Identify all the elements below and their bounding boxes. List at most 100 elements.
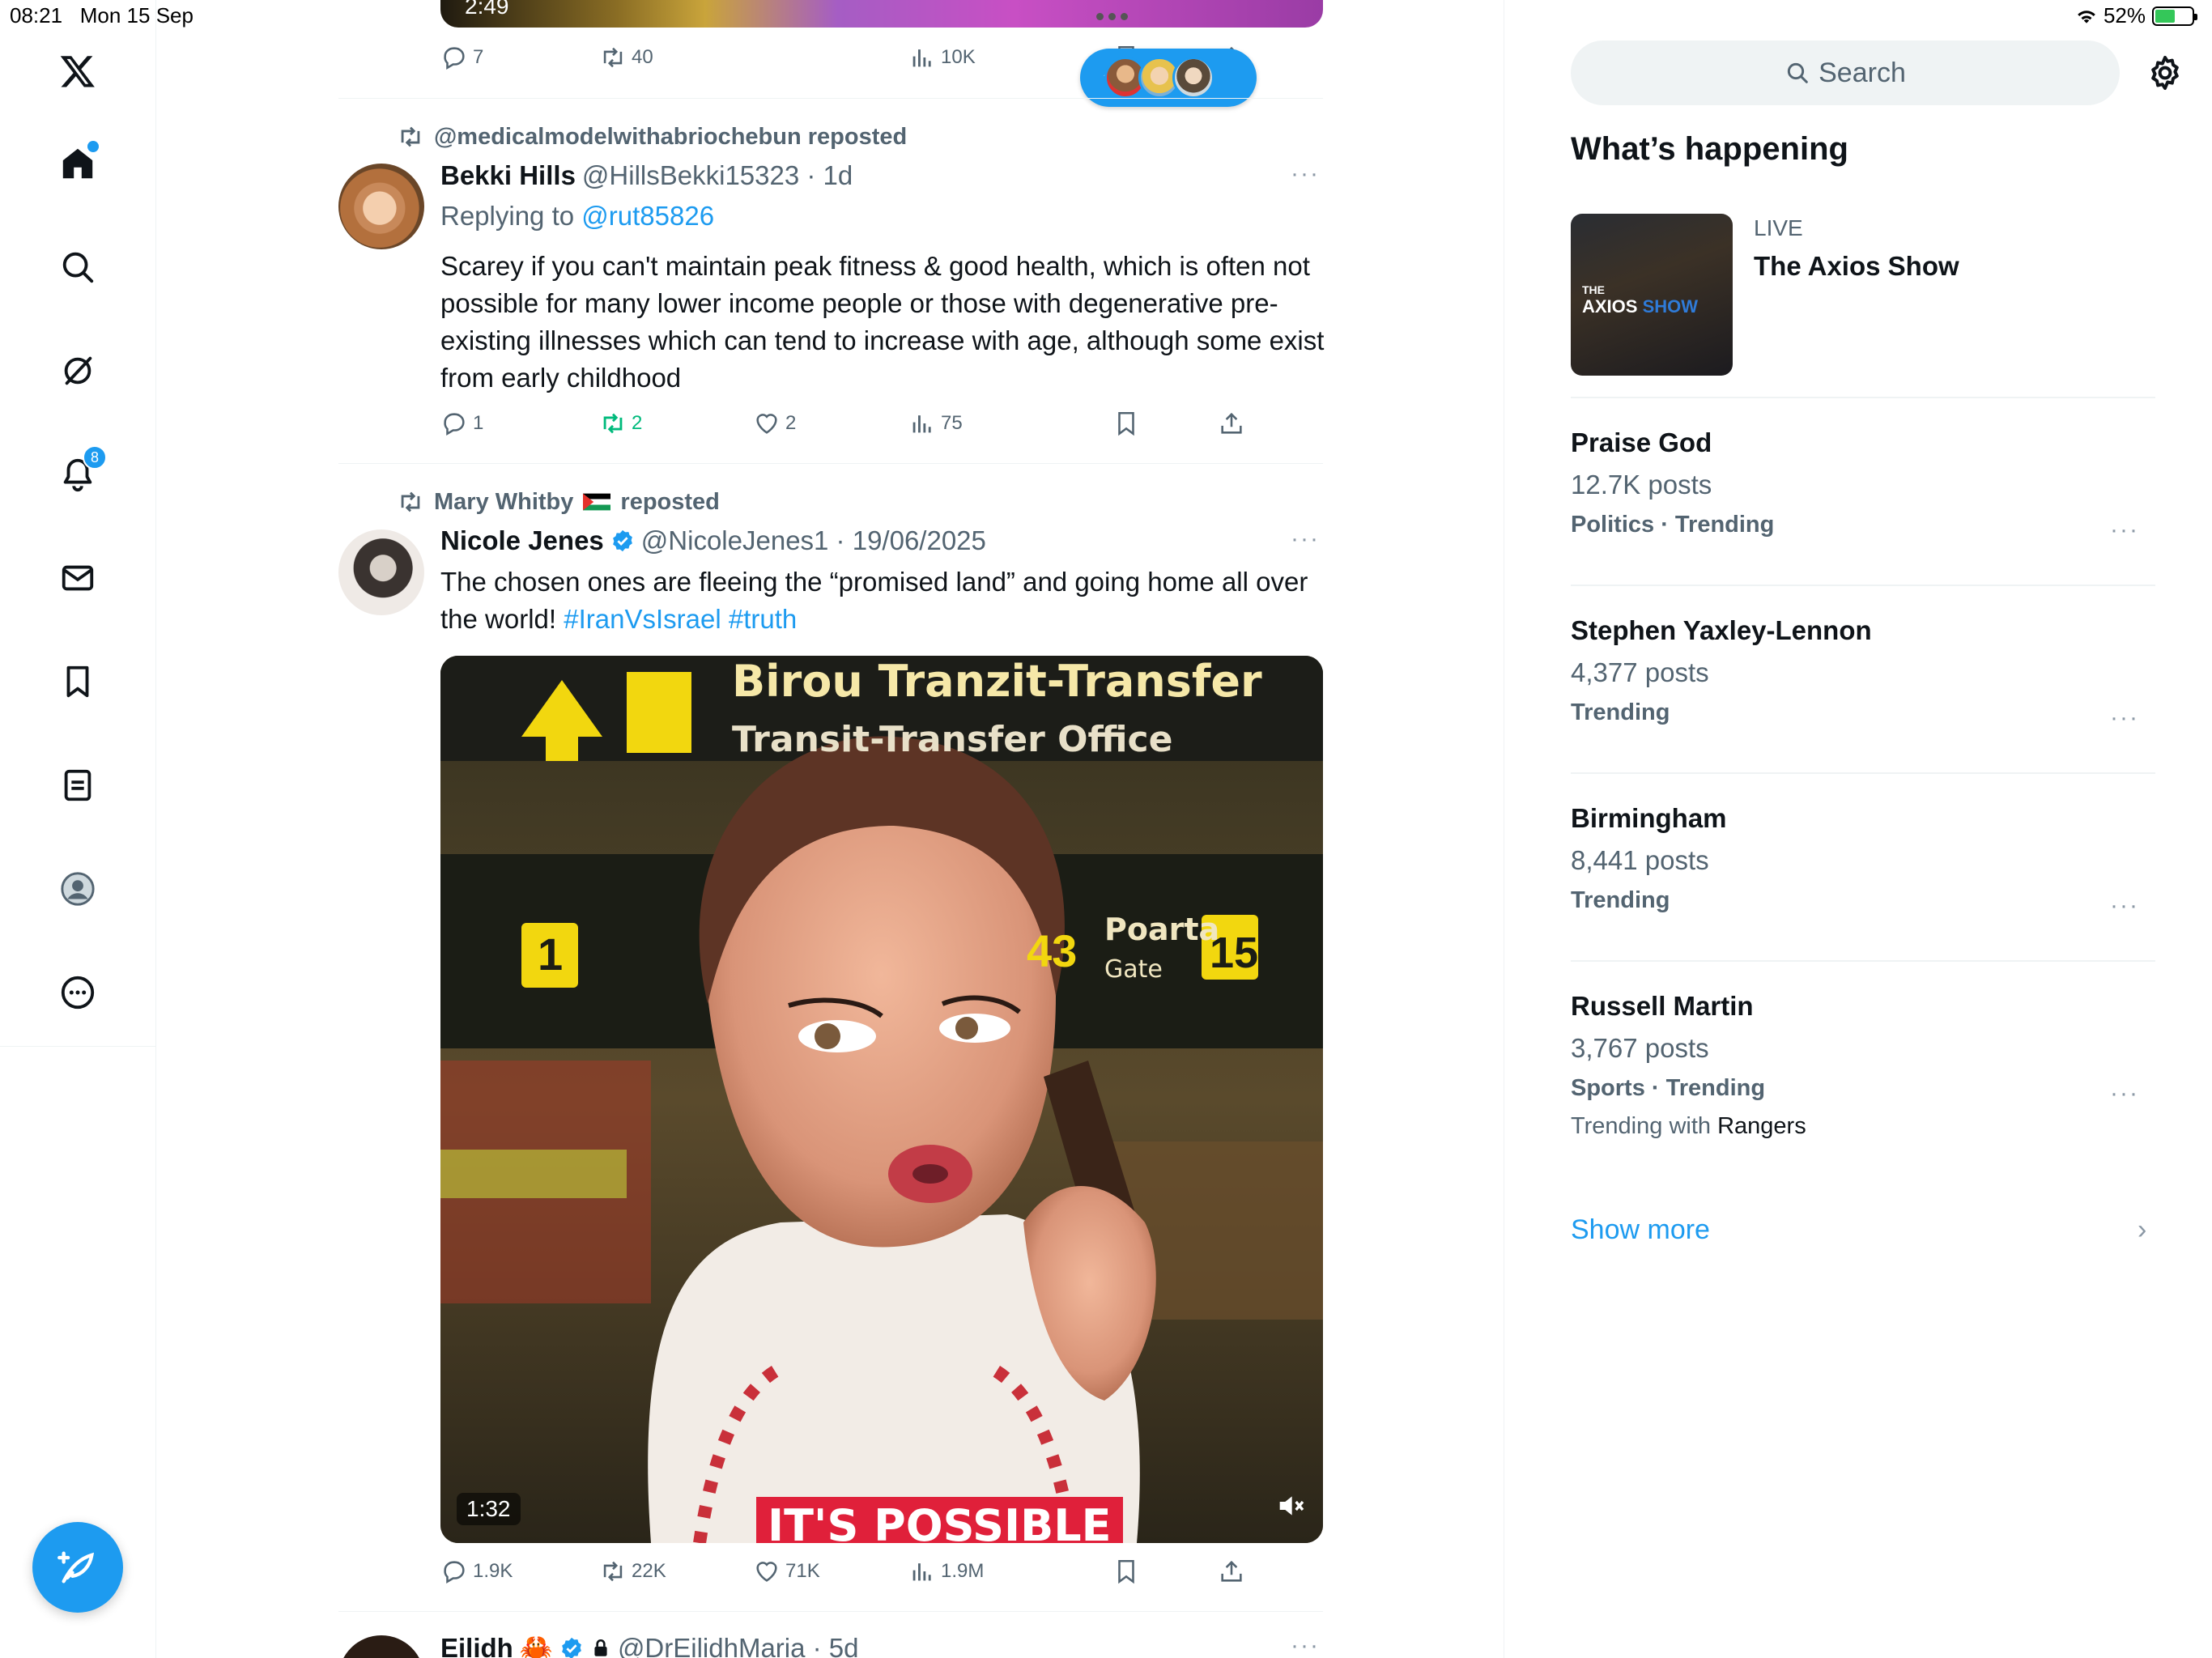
hashtag-link[interactable]: #truth bbox=[729, 604, 797, 634]
profile-icon[interactable] bbox=[49, 860, 107, 918]
replying-handle-link[interactable]: @rut85826 bbox=[581, 201, 714, 231]
nav-divider bbox=[0, 1046, 156, 1047]
trend-more-button[interactable]: ··· bbox=[2110, 704, 2139, 732]
repost-icon bbox=[401, 491, 420, 512]
reposted-by: Mary Whitby bbox=[434, 488, 574, 515]
trending-with: Trending with Rangers bbox=[1571, 1113, 2155, 1140]
separator bbox=[1571, 772, 2155, 774]
reply-button[interactable]: 1 bbox=[440, 410, 483, 437]
reposted-suffix: reposted bbox=[620, 488, 720, 515]
like-count: 2 bbox=[785, 412, 797, 434]
trend-category: Trending bbox=[1571, 699, 1670, 725]
author-name[interactable]: Nicole Jenes bbox=[440, 525, 604, 556]
verified-badge-icon bbox=[562, 1637, 581, 1658]
reply-icon bbox=[444, 47, 465, 70]
bookmark-icon bbox=[1118, 1559, 1134, 1584]
gate-label-43: 43 bbox=[1027, 925, 1078, 976]
trend-more-button[interactable]: ··· bbox=[2110, 1080, 2139, 1107]
views-icon bbox=[912, 1563, 931, 1581]
post-more-button[interactable]: ··· bbox=[1291, 525, 1323, 553]
author-name[interactable]: Bekki Hills bbox=[440, 160, 576, 191]
previous-post-media[interactable]: 2:49 bbox=[440, 0, 1323, 28]
hashtag-link[interactable]: #IranVsIsrael bbox=[564, 604, 721, 634]
bookmarks-icon[interactable] bbox=[49, 653, 107, 711]
repost-button[interactable]: 22K bbox=[599, 1558, 666, 1585]
mute-icon[interactable] bbox=[1274, 1490, 1307, 1522]
axios-brand-show: SHOW bbox=[1642, 296, 1699, 317]
replying-prefix: Replying to bbox=[440, 201, 575, 231]
battery-percent: 52% bbox=[2103, 3, 2146, 28]
trend-item[interactable]: Praise God 12.7K posts Politics · Trendi… bbox=[1571, 427, 2155, 543]
notifications-badge: 8 bbox=[83, 445, 107, 470]
post-more-button[interactable]: ··· bbox=[1291, 160, 1323, 188]
more-options-icon[interactable] bbox=[49, 963, 107, 1022]
timeline: 2:49 7 40 10K ↑ @medicalmod bbox=[338, 0, 1324, 1658]
bookmark-button[interactable] bbox=[1112, 410, 1140, 437]
views-count: 75 bbox=[941, 412, 963, 434]
author-handle[interactable]: @DrEilidhMaria · 5d bbox=[618, 1633, 859, 1658]
reply-icon bbox=[444, 413, 465, 436]
search-placeholder: Search bbox=[1819, 57, 1906, 88]
trend-item[interactable]: Stephen Yaxley-Lennon 4,377 posts Trendi… bbox=[1571, 615, 2155, 731]
reply-button[interactable]: 1.9K bbox=[440, 1558, 513, 1585]
messages-icon[interactable] bbox=[49, 549, 107, 607]
x-logo-icon[interactable] bbox=[49, 42, 107, 100]
axios-brand: THE AXIOS SHOW bbox=[1582, 283, 1698, 317]
separator bbox=[338, 98, 1323, 99]
avatar[interactable] bbox=[338, 164, 424, 249]
repost-button[interactable]: 40 bbox=[599, 44, 653, 71]
separator bbox=[1571, 397, 2155, 398]
repost-button[interactable]: 2 bbox=[599, 410, 642, 437]
search-icon bbox=[1787, 62, 1808, 83]
share-button[interactable] bbox=[1218, 1558, 1245, 1585]
like-button[interactable]: 2 bbox=[753, 410, 796, 437]
gate-sub: Gate bbox=[1104, 955, 1163, 984]
views-button[interactable]: 1.9M bbox=[908, 1558, 984, 1585]
reply-count: 7 bbox=[473, 46, 484, 68]
separator bbox=[338, 463, 1323, 464]
post-video[interactable]: Birou Tranzit-Transfer Transit-Transfer … bbox=[440, 656, 1323, 1543]
flag-icon bbox=[583, 493, 611, 511]
views-button[interactable]: 75 bbox=[908, 410, 963, 437]
trend-item[interactable]: Birmingham 8,441 posts Trending ··· bbox=[1571, 803, 2155, 919]
repost-icon bbox=[603, 1561, 623, 1582]
video-caption: IT'S POSSIBLE bbox=[756, 1497, 1123, 1543]
bookmark-button[interactable] bbox=[1112, 1558, 1140, 1585]
settings-gear-icon[interactable] bbox=[2146, 53, 2184, 92]
grok-icon[interactable] bbox=[49, 342, 107, 400]
separator bbox=[1571, 585, 2155, 586]
repost-icon bbox=[401, 126, 420, 147]
show-more-link[interactable]: Show more bbox=[1571, 1214, 1710, 1246]
gate-sign: Poarta Gate bbox=[1104, 912, 1219, 984]
search-input[interactable]: Search bbox=[1571, 40, 2120, 105]
trend-count: 4,377 posts bbox=[1571, 657, 1709, 687]
post-more-button[interactable]: ··· bbox=[1291, 1632, 1323, 1658]
trend-item[interactable]: Russell Martin 3,767 posts Sports · Tren… bbox=[1571, 991, 2155, 1140]
live-title: The Axios Show bbox=[1754, 251, 1959, 281]
gate-number: 15 bbox=[1210, 929, 1259, 977]
author-handle[interactable]: @NicoleJenes1 · 19/06/2025 bbox=[641, 525, 986, 556]
post-actions: 1 2 2 75 bbox=[440, 410, 1242, 442]
home-icon[interactable] bbox=[49, 134, 107, 193]
trend-more-button[interactable]: ··· bbox=[2110, 892, 2139, 920]
compose-post-button[interactable] bbox=[32, 1522, 123, 1613]
reply-button[interactable]: 7 bbox=[440, 44, 483, 71]
share-button[interactable] bbox=[1218, 410, 1245, 437]
repost-icon bbox=[603, 413, 623, 434]
trend-category: Politics · Trending bbox=[1571, 512, 1775, 538]
lists-icon[interactable] bbox=[49, 756, 107, 814]
views-button[interactable]: 10K bbox=[908, 44, 976, 71]
wifi-icon bbox=[2078, 10, 2095, 23]
avatar[interactable] bbox=[338, 1635, 424, 1658]
video-duration: 1:32 bbox=[457, 1493, 521, 1525]
gate-word: Poarta bbox=[1104, 912, 1220, 947]
trend-more-button[interactable]: ··· bbox=[2110, 517, 2139, 544]
author-name[interactable]: Eilidh bbox=[440, 1633, 513, 1658]
author-handle[interactable]: @HillsBekki15323 · 1d bbox=[582, 160, 853, 191]
avatar[interactable] bbox=[338, 529, 424, 615]
notifications-icon[interactable]: 8 bbox=[49, 445, 107, 504]
explore-icon[interactable] bbox=[49, 238, 107, 296]
like-button[interactable]: 71K bbox=[753, 1558, 820, 1585]
views-icon bbox=[912, 49, 931, 67]
live-thumbnail: THE AXIOS SHOW bbox=[1571, 214, 1733, 376]
